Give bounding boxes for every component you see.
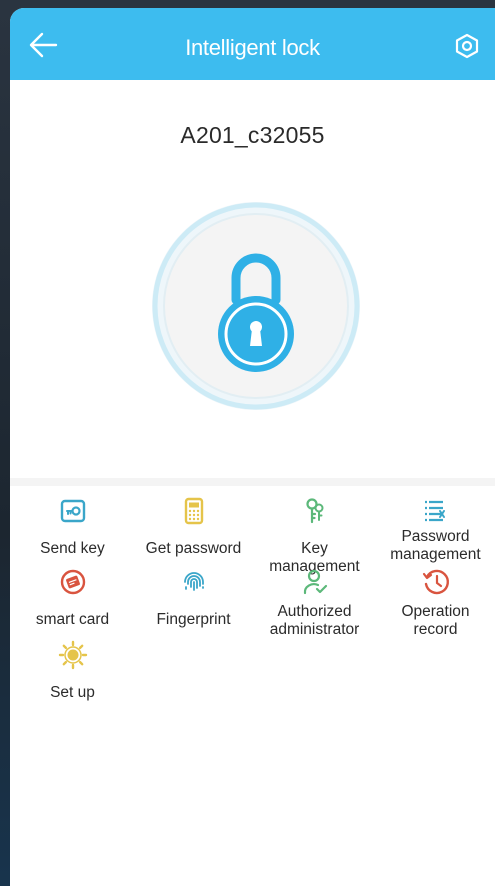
unlock-button[interactable] bbox=[150, 200, 362, 412]
menu-smart-card[interactable]: smart card bbox=[12, 567, 133, 629]
menu-key-management[interactable]: Key management bbox=[254, 496, 375, 576]
menu-operation-record[interactable]: Operation record bbox=[375, 567, 495, 639]
hexagon-settings-icon bbox=[455, 33, 479, 59]
menu-label: Password management bbox=[390, 528, 481, 563]
device-frame: Intelligent lock A201_c32055 Send key Ge… bbox=[0, 0, 495, 886]
menu-set-up[interactable]: Set up bbox=[12, 640, 133, 702]
lock-panel: A201_c32055 bbox=[10, 80, 495, 486]
top-bar: Intelligent lock bbox=[10, 8, 495, 80]
menu-label: Fingerprint bbox=[156, 611, 231, 628]
lock-dial bbox=[152, 202, 360, 410]
app-screen: Intelligent lock A201_c32055 Send key Ge… bbox=[10, 8, 495, 886]
menu-label: Send key bbox=[40, 540, 105, 557]
menu-get-password[interactable]: Get password bbox=[133, 496, 254, 558]
menu-send-key[interactable]: Send key bbox=[12, 496, 133, 558]
smart-card-icon bbox=[60, 569, 85, 595]
menu-authorized-administrator[interactable]: Authorized administrator bbox=[254, 567, 375, 639]
section-divider bbox=[10, 478, 495, 486]
list-x-icon bbox=[424, 500, 447, 522]
menu-label: Authorized administrator bbox=[269, 603, 360, 638]
menu-label: Operation record bbox=[401, 603, 470, 638]
page-title: Intelligent lock bbox=[185, 35, 320, 60]
menu-label: Get password bbox=[145, 540, 242, 557]
menu-fingerprint[interactable]: Fingerprint bbox=[133, 567, 254, 629]
send-key-icon bbox=[60, 499, 85, 523]
keys-icon bbox=[305, 498, 323, 524]
sun-gear-icon bbox=[58, 640, 87, 670]
menu-password-management[interactable]: Password management bbox=[375, 496, 495, 564]
menu-label: Set up bbox=[50, 684, 95, 701]
fingerprint-icon bbox=[183, 572, 204, 591]
keypad-icon bbox=[184, 497, 203, 525]
device-name: A201_c32055 bbox=[180, 122, 325, 148]
menu-label: smart card bbox=[35, 611, 110, 628]
user-check-icon bbox=[303, 569, 327, 595]
settings-button[interactable] bbox=[453, 32, 481, 60]
history-icon bbox=[422, 569, 449, 595]
